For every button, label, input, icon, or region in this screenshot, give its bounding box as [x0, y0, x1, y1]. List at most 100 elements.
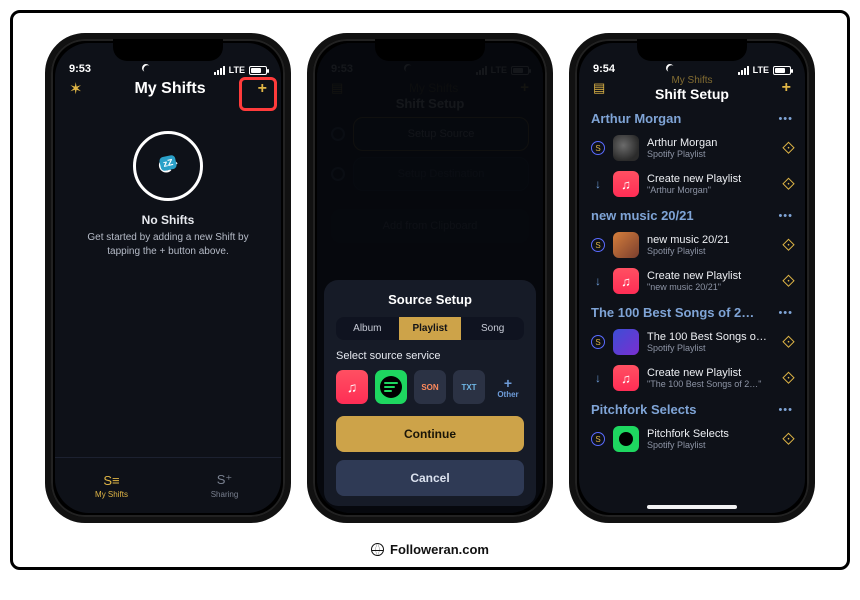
playlist-thumb [613, 329, 639, 355]
edit-icon[interactable]: ⚀ [779, 333, 796, 350]
group-menu-icon[interactable]: ••• [778, 113, 793, 125]
source-entry[interactable]: S new music 20/21 Spotify Playlist ⚀ [589, 227, 795, 263]
screen-1: 9:53 LTE ✶ My Shifts + ⟳ [55, 43, 281, 513]
notch [113, 39, 223, 61]
group-title: The 100 Best Songs of 2… [591, 305, 754, 320]
group-title: new music 20/21 [591, 208, 694, 223]
group-header[interactable]: new music 20/21 ••• [589, 202, 795, 227]
group-menu-icon[interactable]: ••• [778, 404, 793, 416]
phone-2: 9:53 LTE ▤ My Shifts + [307, 33, 553, 523]
entry-sub: Spotify Playlist [647, 343, 775, 353]
status-carrier: LTE [229, 65, 245, 75]
notch [375, 39, 485, 61]
shift-list[interactable]: Arthur Morgan ••• S Arthur Morgan Spotif… [579, 103, 805, 513]
entry-title: Create new Playlist [647, 270, 775, 282]
source-badge-icon: S [591, 432, 605, 446]
destination-entry[interactable]: ↓ ♫ Create new Playlist "new music 20/21… [589, 263, 795, 299]
entry-title: new music 20/21 [647, 234, 775, 246]
destination-entry[interactable]: ↓ ♫ Create new Playlist "The 100 Best So… [589, 360, 795, 396]
empty-state: ⟳ zZ No Shifts Get started by adding a n… [55, 105, 281, 457]
group-header[interactable]: Pitchfork Selects ••• [589, 396, 795, 421]
entry-sub: "Arthur Morgan" [647, 185, 775, 195]
home-indicator[interactable] [647, 505, 737, 509]
entry-title: Create new Playlist [647, 173, 775, 185]
seg-album[interactable]: Album [336, 317, 399, 340]
entry-title: Create new Playlist [647, 367, 775, 379]
battery-icon [249, 66, 267, 75]
signal-bars-icon [214, 66, 225, 75]
status-time: 9:53 [69, 63, 91, 75]
entry-sub: Spotify Playlist [647, 149, 775, 159]
screen-3: 9:54 LTE ▤ My Shifts Shift Setup + [579, 43, 805, 513]
shifts-tab-icon: S≡ [103, 473, 119, 488]
entry-sub: "The 100 Best Songs of 2…" [647, 379, 775, 389]
service-apple-music[interactable]: ♫ [336, 370, 368, 404]
service-spotify[interactable] [375, 370, 407, 404]
source-entry[interactable]: S Arthur Morgan Spotify Playlist ⚀ [589, 130, 795, 166]
plus-icon: + [504, 376, 512, 390]
sharing-tab-icon: S⁺ [217, 472, 233, 488]
edit-icon[interactable]: ⚀ [779, 139, 796, 156]
entry-title: Arthur Morgan [647, 137, 775, 149]
source-entry[interactable]: S Pitchfork Selects Spotify Playlist ⚀ [589, 421, 795, 457]
tab-label: Sharing [211, 490, 239, 499]
page-subtitle: Shift Setup [579, 86, 805, 102]
sheet-title: Source Setup [336, 292, 524, 307]
destination-entry[interactable]: ↓ ♫ Create new Playlist "Arthur Morgan" … [589, 166, 795, 202]
apple-music-thumb-icon: ♫ [613, 171, 639, 197]
arrow-down-icon: ↓ [591, 274, 605, 288]
screen-2: 9:53 LTE ▤ My Shifts + [317, 43, 543, 513]
arrow-down-icon: ↓ [591, 177, 605, 191]
phone-1: 9:53 LTE ✶ My Shifts + ⟳ [45, 33, 291, 523]
spotify-thumb-icon [613, 426, 639, 452]
brand-text: Followeran.com [390, 542, 489, 557]
tab-sharing[interactable]: S⁺ Sharing [168, 458, 281, 513]
group-title: Arthur Morgan [591, 111, 681, 126]
source-badge-icon: S [591, 141, 605, 155]
source-setup-sheet: Source Setup Album Playlist Song Select … [324, 280, 536, 506]
service-row: ♫ SON TXT + Other [336, 370, 524, 404]
entry-sub: "new music 20/21" [647, 282, 775, 292]
edit-icon[interactable]: ⚀ [779, 236, 796, 253]
settings-gear-icon[interactable]: ✶ [69, 79, 82, 99]
phone-row: 9:53 LTE ✶ My Shifts + ⟳ [27, 33, 833, 536]
footer-brand: Followeran.com [371, 542, 489, 557]
tab-bar: S≡ My Shifts S⁺ Sharing [55, 457, 281, 513]
apple-music-note-icon: ♫ [347, 379, 358, 395]
apple-music-thumb-icon: ♫ [613, 268, 639, 294]
group-header[interactable]: Arthur Morgan ••• [589, 105, 795, 130]
tab-label: My Shifts [95, 490, 128, 499]
continue-button[interactable]: Continue [336, 416, 524, 452]
service-json[interactable]: SON [414, 370, 446, 404]
source-badge-icon: S [591, 238, 605, 252]
battery-icon [773, 66, 791, 75]
edit-icon[interactable]: ⚀ [779, 175, 796, 192]
edit-icon[interactable]: ⚀ [779, 430, 796, 447]
highlight-add-button [239, 77, 277, 111]
signal-bars-icon [738, 66, 749, 75]
seg-song[interactable]: Song [461, 317, 524, 340]
empty-subtitle: Get started by adding a new Shift by tap… [55, 231, 281, 258]
service-other[interactable]: + Other [492, 370, 524, 404]
seg-playlist[interactable]: Playlist [399, 317, 462, 340]
empty-title: No Shifts [142, 213, 195, 227]
group-header[interactable]: The 100 Best Songs of 2… ••• [589, 299, 795, 324]
group-menu-icon[interactable]: ••• [778, 210, 793, 222]
navbar: ▤ My Shifts Shift Setup + [579, 77, 805, 103]
globe-icon [371, 543, 384, 556]
tab-my-shifts[interactable]: S≡ My Shifts [55, 458, 168, 513]
status-carrier: LTE [753, 65, 769, 75]
source-entry[interactable]: S The 100 Best Songs o… Spotify Playlist… [589, 324, 795, 360]
playlist-thumb [613, 135, 639, 161]
edit-icon[interactable]: ⚀ [779, 272, 796, 289]
sync-icon: ⟳ zZ [133, 131, 203, 201]
edit-icon[interactable]: ⚀ [779, 369, 796, 386]
entry-title: Pitchfork Selects [647, 428, 775, 440]
entry-sub: Spotify Playlist [647, 246, 775, 256]
group-menu-icon[interactable]: ••• [778, 307, 793, 319]
playlist-thumb [613, 232, 639, 258]
cancel-button[interactable]: Cancel [336, 460, 524, 496]
page-title-bg: My Shifts [579, 75, 805, 86]
type-segmented-control: Album Playlist Song [336, 317, 524, 340]
service-txt[interactable]: TXT [453, 370, 485, 404]
